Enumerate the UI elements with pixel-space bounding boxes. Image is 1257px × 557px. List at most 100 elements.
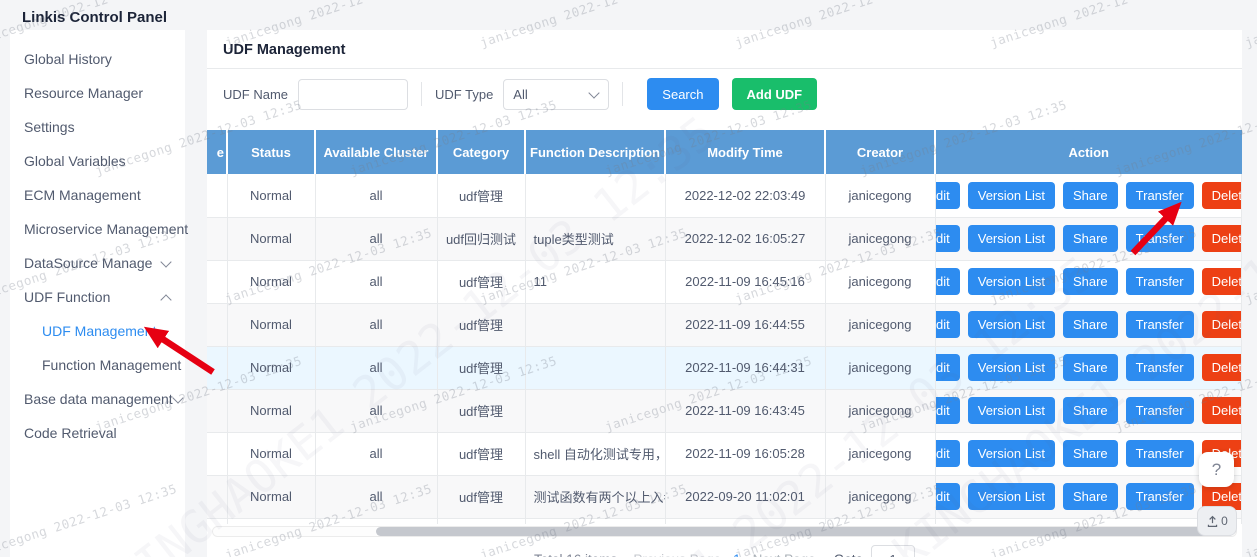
transfer-button[interactable]: Transfer [1126,311,1194,338]
search-button[interactable]: Search [647,78,718,110]
share-button[interactable]: Share [1063,354,1118,381]
edit-button[interactable]: Edit [935,182,960,209]
partial [207,389,227,432]
share-button[interactable]: Share [1063,483,1118,510]
column-header-category: Category [437,130,525,174]
share-button[interactable]: Share [1063,440,1118,467]
version-list-button[interactable]: Version List [968,483,1055,510]
category-cell: udf管理 [437,475,525,518]
help-button[interactable]: ? [1199,452,1234,487]
version-list-button[interactable]: Version List [968,268,1055,295]
delete-button[interactable]: Delete [1202,311,1242,338]
share-button[interactable]: Share [1063,397,1118,424]
edit-button[interactable]: Edit [935,354,960,381]
edit-button[interactable]: Edit [935,225,960,252]
next-page-button[interactable]: Next Page [753,552,816,557]
current-page-button[interactable]: 1 [733,552,741,557]
sidebar-item-global-history[interactable]: Global History [10,42,185,76]
modify-time-cell: 2022-12-02 16:05:27 [665,217,825,260]
version-list-button[interactable]: Version List [968,311,1055,338]
transfer-button[interactable]: Transfer [1126,483,1194,510]
transfer-button[interactable]: Transfer [1126,354,1194,381]
version-list-button[interactable]: Version List [968,225,1055,252]
share-button[interactable]: Share [1063,182,1118,209]
watermark-text: janicegong 2022-12-03 12:35 [1243,0,1257,50]
transfer-button[interactable]: Transfer [1126,182,1194,209]
edit-button[interactable]: Edit [935,440,960,467]
running-jobs-button[interactable]: 0 [1197,506,1237,536]
sidebar-item-ecm-management[interactable]: ECM Management [10,178,185,212]
column-header-partial: e [207,130,227,174]
transfer-button[interactable]: Transfer [1126,397,1194,424]
previous-page-button[interactable]: Previous Page [633,552,721,557]
delete-button[interactable]: Delete [1202,354,1242,381]
sidebar: Global History Resource Manager Settings Gl… [10,30,185,557]
action-buttons: Edit Version List Share Transfer Delete [936,397,1242,424]
transfer-button[interactable]: Transfer [1126,225,1194,252]
sidebar-item-udf-management[interactable]: UDF Management [10,314,185,348]
status-cell: Normal [227,217,315,260]
udf-type-select[interactable]: All [503,79,609,110]
version-list-button[interactable]: Version List [968,397,1055,424]
sidebar-item-label: Function Management [42,357,181,373]
category-cell: udf管理 [437,432,525,475]
version-list-button[interactable]: Version List [968,182,1055,209]
transfer-button[interactable]: Transfer [1126,268,1194,295]
share-button[interactable]: Share [1063,268,1118,295]
filter-bar: UDF Name UDF Type All Search Add UDF [207,69,1242,110]
transfer-button[interactable]: Transfer [1126,440,1194,467]
edit-button[interactable]: Edit [935,268,960,295]
edit-button[interactable]: Edit [935,311,960,338]
sidebar-item-code-retrieval[interactable]: Code Retrieval [10,416,185,450]
sidebar-item-global-variables[interactable]: Global Variables [10,144,185,178]
sidebar-item-resource-manager[interactable]: Resource Manager [10,76,185,110]
sidebar-item-label: DataSource Manage [24,255,152,271]
version-list-button[interactable]: Version List [968,354,1055,381]
cell [227,518,315,524]
description-cell [525,346,665,389]
share-button[interactable]: Share [1063,225,1118,252]
delete-button[interactable]: Delete [1202,225,1242,252]
action-buttons: Edit Version List Share Transfer Delete [936,182,1242,209]
sidebar-item-function-management[interactable]: Function Management [10,348,185,382]
version-list-button[interactable]: Version List [968,440,1055,467]
partial [207,432,227,475]
sidebar-item-label: Resource Manager [24,85,143,101]
action-buttons: EditVersion ListShareTransferDelete [936,483,1242,510]
horizontal-scrollbar-thumb[interactable] [376,527,1234,536]
share-button[interactable]: Share [1063,311,1118,338]
description-cell [525,303,665,346]
delete-button[interactable]: Delete [1202,268,1242,295]
cluster-cell: all [315,432,437,475]
sidebar-item-label: Global Variables [24,153,126,169]
partial [207,303,227,346]
action-cell: Edit Version List Share Transfer Delete [935,346,1242,389]
sidebar-item-microservice-management[interactable]: Microservice Management [10,212,185,246]
delete-button[interactable]: Delete [1202,182,1242,209]
edit-button[interactable]: Edit [935,483,960,510]
category-cell: udf管理 [437,174,525,217]
add-udf-button[interactable]: Add UDF [732,78,818,110]
cluster-cell: all [315,260,437,303]
delete-button[interactable]: Delete [1202,397,1242,424]
creator-cell: janicegong [825,432,935,475]
sidebar-item-settings[interactable]: Settings [10,110,185,144]
cell [437,518,525,524]
category-cell: udf管理 [437,260,525,303]
watermark-text: janicegong 2022-12-03 12:35 [1243,225,1257,306]
sidebar-item-udf-function[interactable]: UDF Function [10,280,185,314]
sidebar-menu: Global History Resource Manager Settings Gl… [10,42,185,450]
horizontal-scrollbar-track [212,526,1237,537]
goto-page-input[interactable] [871,545,915,557]
edit-button[interactable]: Edit [935,397,960,424]
pagination: Total 16 items Previous Page 1 Next Page… [207,545,1242,557]
sidebar-item-base-data-management[interactable]: Base data management [10,382,185,416]
partial [207,174,227,217]
udf-name-input[interactable] [298,79,408,110]
divider [421,82,422,106]
category-cell: udf回归测试 [437,217,525,260]
action-cell: Edit Version List Share Transfer Delete [935,217,1242,260]
sidebar-item-label: UDF Function [24,289,110,305]
action-cell: Edit Version List Share Transfer Delete [935,174,1242,217]
sidebar-item-datasource-manage[interactable]: DataSource Manage [10,246,185,280]
